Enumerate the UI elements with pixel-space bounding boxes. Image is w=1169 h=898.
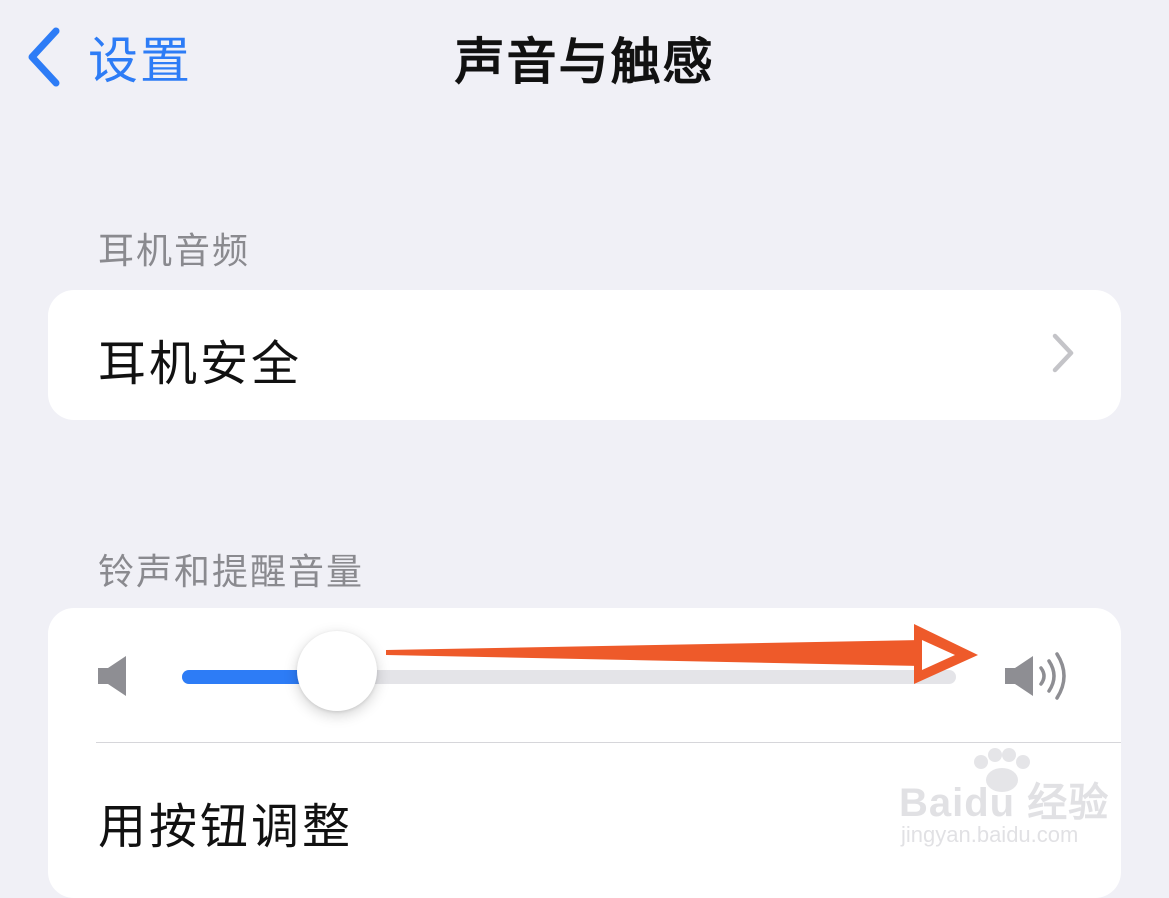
headphone-settings-group: 耳机安全	[48, 290, 1121, 420]
section-header-ringer-alerts-volume: 铃声和提醒音量	[98, 552, 365, 593]
volume-slider-row	[48, 608, 1121, 742]
change-with-buttons-label: 用按钮调整	[98, 799, 354, 855]
change-with-buttons-row[interactable]: 用按钮调整	[48, 743, 1121, 898]
headphone-safety-label: 耳机安全	[98, 336, 303, 392]
ringer-settings-group: 用按钮调整	[48, 608, 1121, 898]
volume-slider-thumb[interactable]	[296, 631, 377, 711]
section-header-headphone-audio: 耳机音频	[98, 231, 251, 272]
speaker-icon	[96, 654, 130, 702]
headphone-safety-row[interactable]: 耳机安全	[48, 290, 1121, 420]
page-title: 声音与触感	[454, 33, 715, 91]
navigation-bar: 设置 声音与触感	[0, 0, 1169, 120]
chevron-right-icon	[1051, 332, 1075, 378]
speaker-wave-icon	[1003, 648, 1075, 708]
